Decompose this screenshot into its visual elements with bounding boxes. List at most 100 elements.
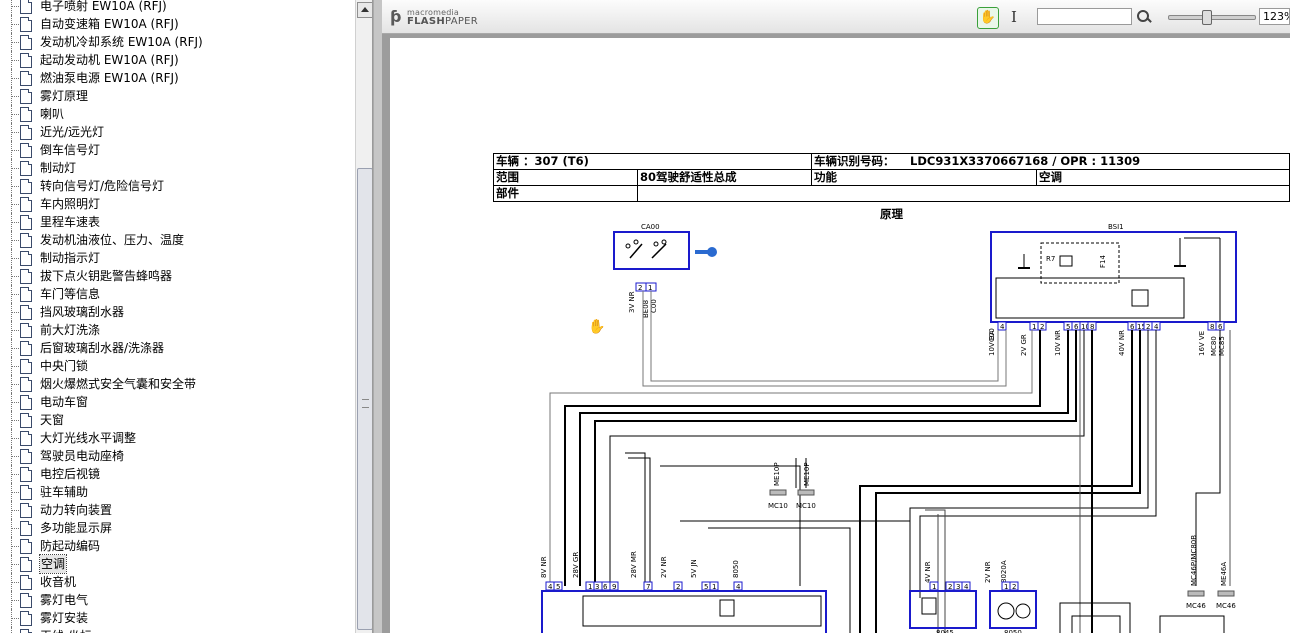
outline-item[interactable]: 雾灯原理: [0, 87, 355, 105]
text-select-button[interactable]: I: [1006, 7, 1022, 27]
outline-item-label: 动力转向装置: [40, 503, 113, 517]
svg-text:ME10P: ME10P: [803, 462, 811, 486]
outline-item[interactable]: 燃油泵电源 EW10A (RFJ): [0, 69, 355, 87]
outline-item-label: 车门等信息: [40, 287, 101, 301]
outline-item[interactable]: 近光/远光灯: [0, 123, 355, 141]
outline-item[interactable]: 制动灯: [0, 159, 355, 177]
bsi1-module: [995, 277, 1185, 319]
page-icon: [20, 629, 32, 633]
outline-item-label: 中央门锁: [40, 359, 89, 373]
page-icon: [20, 539, 32, 554]
bsi1-unit: BSI1 R7 F14: [990, 223, 1237, 323]
zoom-field[interactable]: 123%: [1259, 8, 1290, 25]
outline-item[interactable]: 电控后视镜: [0, 465, 355, 483]
lower-module: 8V NR 28V GR 28V MR 2V NR 5V JN 8050 4 5…: [540, 551, 827, 633]
outline-item-label: 自动变速箱 EW10A (RFJ): [40, 17, 179, 31]
svg-text:1: 1: [588, 583, 592, 591]
scroll-up-arrow-icon[interactable]: [357, 2, 372, 18]
outline-item[interactable]: 起动发动机 EW10A (RFJ): [0, 51, 355, 69]
outline-item[interactable]: 天线 坐标: [0, 627, 355, 633]
outline-item[interactable]: 前大灯洗涤: [0, 321, 355, 339]
outline-item[interactable]: 空调: [0, 554, 355, 574]
outline-item[interactable]: 驾驶员电动座椅: [0, 447, 355, 465]
switch-contacts: [629, 243, 667, 259]
outline-item[interactable]: 转向信号灯/危险信号灯: [0, 177, 355, 195]
outline-item[interactable]: 挡风玻璃刮水器: [0, 303, 355, 321]
page-icon: [20, 215, 32, 230]
bsi1-box: [990, 231, 1237, 323]
outline-item-label: 驻车辅助: [40, 485, 89, 499]
outline-item[interactable]: 喇叭: [0, 105, 355, 123]
svg-text:1: 1: [648, 284, 652, 292]
svg-text:4: 4: [1000, 323, 1005, 331]
zoom-slider[interactable]: [1168, 9, 1256, 25]
page-icon: [20, 125, 32, 140]
page-icon: [20, 287, 32, 302]
svg-text:1: 1: [712, 583, 716, 591]
svg-text:1: 1: [932, 583, 936, 591]
outline-item[interactable]: 后窗玻璃刮水器/洗涤器: [0, 339, 355, 357]
outline-item[interactable]: 里程车速表: [0, 213, 355, 231]
viewer-toolbar: ƥ macromedia FLASHPAPER ✋ I 123%: [382, 0, 1290, 34]
relay-box: [1040, 242, 1120, 284]
outline-item-label: 防起动编码: [40, 539, 101, 553]
outline-item[interactable]: 电动车窗: [0, 393, 355, 411]
svg-text:4: 4: [1154, 323, 1159, 331]
outline-item[interactable]: 防起动编码: [0, 537, 355, 555]
outline-item[interactable]: 动力转向装置: [0, 501, 355, 519]
component-8050-fan: 2V NR 8020A 8050 1 2: [984, 560, 1037, 633]
scrollbar-thumb[interactable]: [357, 168, 372, 630]
outline-item[interactable]: 天窗: [0, 411, 355, 429]
page-icon: [20, 53, 32, 68]
outline-item-label: 烟火爆燃式安全气囊和安全带: [40, 377, 197, 391]
hand-tool-button[interactable]: ✋: [977, 7, 999, 29]
outline-item[interactable]: 中央门锁: [0, 357, 355, 375]
outline-item-label: 天线 坐标: [40, 627, 92, 633]
outline-list: 电子喷射 EW10A (RFJ) 自动变速箱 EW10A (RFJ) 发动机冷却系统…: [0, 0, 355, 633]
outline-item[interactable]: 发动机油液位、压力、温度: [0, 231, 355, 249]
svg-text:MC85: MC85: [1218, 336, 1226, 356]
search-input[interactable]: [1037, 8, 1132, 25]
outline-item[interactable]: 雾灯安装: [0, 609, 355, 627]
outline-item[interactable]: 自动变速箱 EW10A (RFJ): [0, 15, 355, 33]
tree-connector: [11, 627, 12, 633]
zoom-track: [1168, 15, 1256, 20]
svg-text:MC10: MC10: [796, 502, 816, 510]
search-button[interactable]: [1136, 8, 1152, 25]
ca00-ignition-switch: CA00 21 3V NR BE08 C00: [613, 223, 717, 318]
outline-item[interactable]: 发动机冷却系统 EW10A (RFJ): [0, 33, 355, 51]
outline-item-label: 电动车窗: [40, 395, 89, 409]
outline-item[interactable]: 收音机: [0, 573, 355, 591]
text-select-icon: I: [1011, 8, 1017, 26]
outline-scrollbar[interactable]: [355, 0, 372, 633]
outline-item[interactable]: 多功能显示屏: [0, 519, 355, 537]
svg-text:5: 5: [1066, 323, 1070, 331]
svg-text:7: 7: [646, 583, 650, 591]
svg-text:8045: 8045: [936, 629, 954, 633]
svg-text:2V GR: 2V GR: [1020, 334, 1028, 356]
outline-item[interactable]: 车内照明灯: [0, 195, 355, 213]
outline-item[interactable]: 电子喷射 EW10A (RFJ): [0, 0, 355, 15]
svg-text:2: 2: [948, 583, 952, 591]
grip-icon: [362, 399, 369, 408]
svg-text:MC80: MC80: [1210, 336, 1218, 356]
page-icon: [20, 161, 32, 176]
outline-item-label: 电控后视镜: [40, 467, 101, 481]
svg-text:2: 2: [638, 284, 642, 292]
outline-item[interactable]: 驻车辅助: [0, 483, 355, 501]
zoom-knob[interactable]: [1202, 10, 1212, 25]
outline-item-label: 倒车信号灯: [40, 143, 101, 157]
outline-item[interactable]: 烟火爆燃式安全气囊和安全带: [0, 375, 355, 393]
outline-item[interactable]: 大灯光线水平调整: [0, 429, 355, 447]
outline-item[interactable]: 拔下点火钥匙警告蜂鸣器: [0, 267, 355, 285]
search-icon-handle: [1146, 17, 1152, 23]
bsi1-label: BSI1: [1108, 223, 1124, 231]
outline-item-label: 雾灯电气: [40, 593, 89, 607]
chip-icon: [1131, 289, 1149, 307]
outline-item[interactable]: 雾灯电气: [0, 591, 355, 609]
outline-item[interactable]: 车门等信息: [0, 285, 355, 303]
outline-item[interactable]: 倒车信号灯: [0, 141, 355, 159]
svg-text:MC46P/MC80B: MC46P/MC80B: [1190, 535, 1198, 586]
logo-product-text: FLASHPAPER: [407, 16, 479, 27]
outline-item[interactable]: 制动指示灯: [0, 249, 355, 267]
